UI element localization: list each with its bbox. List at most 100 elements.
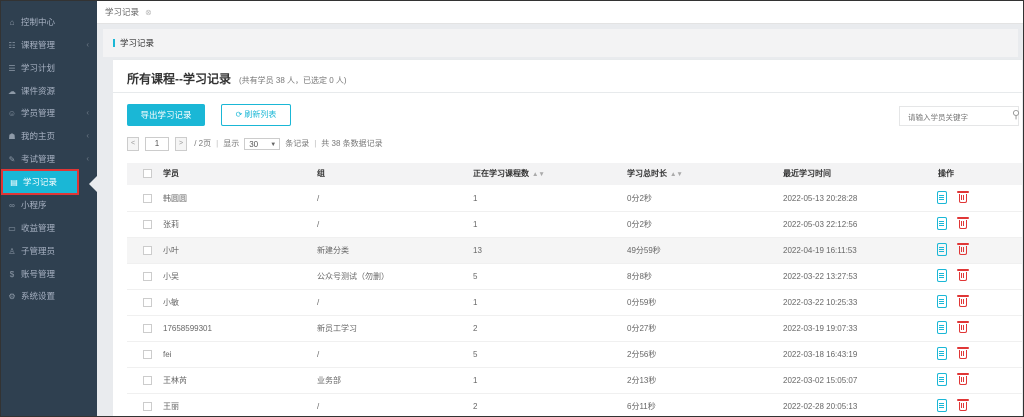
view-detail-icon[interactable] [937,217,947,230]
sidebar-item[interactable]: ☰ 学习计划 [1,57,97,79]
row-checkbox[interactable] [143,350,152,359]
delete-icon[interactable] [957,372,969,386]
total-records: 共 38 条数据记录 [321,139,383,148]
breadcrumb: 学习记录 [113,29,154,57]
view-detail-icon[interactable] [937,191,947,204]
sidebar-item[interactable]: ▤ 学习记录 [1,169,79,195]
cell-group: 业务部 [317,376,341,385]
sidebar-item[interactable]: ▭ 收益管理 [1,217,97,239]
sidebar-item[interactable]: ☺ 学员管理 ‹ [1,102,97,124]
cell-student: 小敏 [163,298,179,307]
sidebar-item[interactable]: ⚙ 系统设置 [1,285,97,307]
table-row[interactable]: 小叶 新建分类 13 49分59秒 2022-04-19 16:11:53 [127,238,1022,264]
sidebar-item[interactable]: ✎ 考试管理 ‹ [1,148,97,170]
sidebar-item-label: 控制中心 [21,17,56,27]
header-group: 组 [317,169,325,178]
delete-icon[interactable] [957,294,969,308]
table-row[interactable]: 王林芮 业务部 1 2分13秒 2022-03-02 15:05:07 [127,368,1022,394]
header-student: 学员 [163,169,179,178]
refresh-label: 刷新列表 [244,110,277,119]
row-checkbox[interactable] [143,402,152,411]
row-checkbox[interactable] [143,220,152,229]
cell-courses: 1 [473,298,478,307]
next-page-button[interactable]: > [175,136,187,151]
users-icon: ☺ [7,109,17,118]
header-courses[interactable]: 正在学习课程数 ▲▼ [473,163,545,186]
cell-duration: 8分8秒 [627,272,652,281]
cell-last-time: 2022-05-03 22:12:56 [783,220,858,229]
row-checkbox[interactable] [143,246,152,255]
sidebar-item[interactable]: $ 账号管理 [1,263,97,285]
header-duration[interactable]: 学习总时长 ▲▼ [627,163,683,186]
delete-icon[interactable] [957,398,969,412]
view-detail-icon[interactable] [937,399,947,412]
prev-page-button[interactable]: < [127,136,139,151]
sort-icon[interactable]: ▲▼ [670,171,683,178]
cell-group: / [317,220,320,229]
sidebar-item[interactable]: ☷ 课程管理 ‹ [1,34,97,56]
cell-courses: 1 [473,376,478,385]
cell-duration: 49分59秒 [627,246,661,255]
delete-icon[interactable] [957,320,969,334]
refresh-icon: ⟳ [235,110,243,119]
row-checkbox[interactable] [143,272,152,281]
export-records-button[interactable]: 导出学习记录 [127,104,205,126]
cell-student: 张莉 [163,220,179,229]
refresh-list-button[interactable]: ⟳ 刷新列表 [221,104,291,126]
view-detail-icon[interactable] [937,295,947,308]
view-detail-icon[interactable] [937,373,947,386]
sidebar-item[interactable]: ♙ 子管理员 [1,240,97,262]
cell-student: 17658599301 [163,324,212,333]
row-checkbox[interactable] [143,298,152,307]
income-icon: ▭ [8,224,16,233]
cell-last-time: 2022-03-18 16:43:19 [783,350,858,359]
breadcrumb-label: 学习记录 [120,38,155,48]
cell-group: / [317,350,320,359]
view-detail-icon[interactable] [937,321,947,334]
student-search-input[interactable] [906,108,1006,126]
page-title: 所有课程--学习记录 (共有学员 38 人，已选定 0 人) [127,70,347,87]
tab-study-record[interactable]: 学习记录 ⊗ [105,1,152,23]
search-icon[interactable]: ⚲ [1012,108,1020,121]
sort-icon[interactable]: ▲▼ [532,171,545,178]
book-icon: ☷ [8,41,16,50]
select-all-checkbox[interactable] [143,169,152,178]
sidebar-item[interactable]: ☗ 我的主页 ‹ [1,125,97,147]
view-detail-icon[interactable] [937,243,947,256]
cell-courses: 5 [473,272,478,281]
cell-courses: 2 [473,402,478,411]
tab-close-icon[interactable]: ⊗ [145,8,152,17]
search-box: ⚲ [899,106,1020,126]
sidebar-item[interactable]: ∞ 小程序 [1,194,97,216]
view-detail-icon[interactable] [937,347,947,360]
table-row[interactable]: 张莉 / 1 0分2秒 2022-05-03 22:12:56 [127,212,1022,238]
row-checkbox[interactable] [143,194,152,203]
page-number-input[interactable]: 1 [145,136,169,151]
table-row[interactable]: 小敏 / 1 0分59秒 2022-03-22 10:25:33 [127,290,1022,316]
cell-duration: 0分27秒 [627,324,657,333]
view-detail-icon[interactable] [937,269,947,282]
table-row[interactable]: 王丽 / 2 6分11秒 2022-02-28 20:05:13 [127,394,1022,416]
table-row[interactable]: 17658599301 新员工学习 2 0分27秒 2022-03-19 19:07:3… [127,316,1022,342]
delete-icon[interactable] [957,242,969,256]
table-row[interactable]: 小吴 公众号测试（勿删） 5 8分8秒 2022-03-22 13:27:53 [127,264,1022,290]
cell-courses: 13 [473,246,482,255]
delete-icon[interactable] [957,216,969,230]
sidebar-item[interactable]: ☁ 课件资源 [1,80,97,102]
page-size-select[interactable]: 30 ▼ [244,137,281,150]
delete-icon[interactable] [957,268,969,282]
cell-last-time: 2022-03-02 15:05:07 [783,376,858,385]
cell-group: 新员工学习 [317,324,357,333]
cell-group: / [317,298,320,307]
show-label: 显示 [223,139,240,148]
table-row[interactable]: fei / 5 2分56秒 2022-03-18 16:43:19 [127,342,1022,368]
row-checkbox[interactable] [143,324,152,333]
header-courses-label: 正在学习课程数 [473,169,529,178]
table-row[interactable]: 韩圆圆 / 1 0分2秒 2022-05-13 20:28:28 [127,186,1022,212]
active-indicator-arrow [89,176,97,192]
cloud-icon: ☁ [8,87,16,96]
sidebar-item[interactable]: ⌂ 控制中心 [1,11,97,33]
delete-icon[interactable] [957,346,969,360]
row-checkbox[interactable] [143,376,152,385]
delete-icon[interactable] [957,190,969,204]
